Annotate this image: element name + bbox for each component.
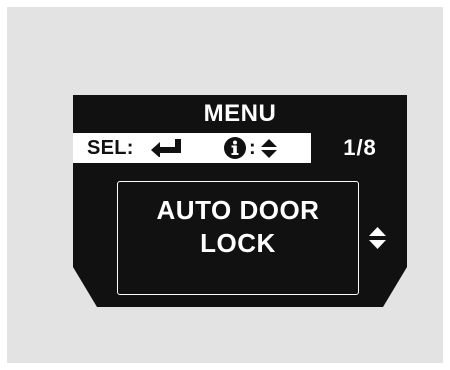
up-down-arrows-icon: [261, 139, 277, 158]
menu-item-line1: AUTO DOOR: [156, 195, 320, 225]
enter-icon: [151, 139, 181, 157]
menu-item-label: AUTO DOOR LOCK: [118, 194, 358, 260]
menu-title: MENU: [203, 100, 277, 127]
scroll-arrows-icon: [369, 227, 386, 249]
menu-item-line2: LOCK: [200, 228, 276, 258]
menu-display: MENU SEL: : 1/8 AUTO DOOR LOCK: [73, 95, 407, 307]
select-label: SEL:: [87, 137, 134, 159]
menu-item-box[interactable]: AUTO DOOR LOCK: [117, 181, 359, 295]
screen-frame: MENU SEL: : 1/8 AUTO DOOR LOCK: [7, 7, 443, 363]
info-icon: [224, 137, 246, 159]
info-colon: :: [249, 137, 256, 159]
page-indicator: 1/8: [343, 135, 377, 160]
status-bar: SEL: :: [73, 133, 311, 163]
